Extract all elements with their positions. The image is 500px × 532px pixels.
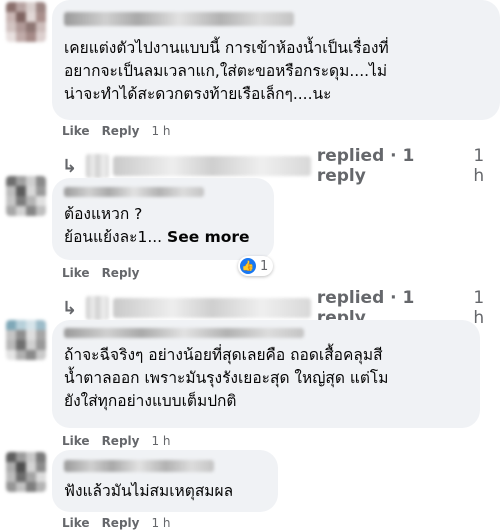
like-button[interactable]: Like xyxy=(62,516,90,530)
commenter-name[interactable] xyxy=(64,460,214,472)
avatar[interactable] xyxy=(6,320,46,360)
reply-arrow-icon: ↳ xyxy=(62,155,78,177)
comment-bubble: เคยแต่งตัวไปงานแบบนี้ การเข้าห้องน้ำเป็น… xyxy=(52,0,500,120)
like-button[interactable]: Like xyxy=(62,266,90,280)
see-more-link[interactable]: See more xyxy=(167,228,250,246)
comment-text: เคยแต่งตัวไปงานแบบนี้ การเข้าห้องน้ำเป็น… xyxy=(64,39,389,103)
replies-summary[interactable]: replied · 1 reply xyxy=(317,146,468,186)
commenter-name[interactable] xyxy=(64,328,304,338)
like-button[interactable]: Like xyxy=(62,434,90,448)
reaction-number: 1 xyxy=(260,258,269,274)
reply-button[interactable]: Reply xyxy=(102,516,140,530)
reply-avatar xyxy=(85,154,110,178)
replies-time: 1 h xyxy=(473,288,485,328)
comment-actions: Like Reply 1 h xyxy=(62,124,171,138)
comment-text: ฟังแล้วมันไม่สมเหตุสมผล xyxy=(64,482,234,500)
thumbs-up-icon: 👍 xyxy=(240,258,256,274)
avatar[interactable] xyxy=(6,452,46,492)
reaction-count[interactable]: 👍 1 xyxy=(238,256,274,276)
replier-name xyxy=(113,156,311,176)
avatar[interactable] xyxy=(6,176,46,216)
avatar[interactable] xyxy=(6,2,46,42)
like-button[interactable]: Like xyxy=(62,124,90,138)
reply-button[interactable]: Reply xyxy=(102,124,140,138)
comment-text: ต้องแหวก ? ย้อนแย้งละ1... See more xyxy=(64,205,250,246)
comment-actions: Like Reply xyxy=(62,266,139,280)
comment-bubble: ฟังแล้วมันไม่สมเหตุสมผล xyxy=(52,450,278,512)
comment-bubble: ถ้าจะฉีจริงๆ อย่างน้อยที่สุดเลยคือ ถอดเส… xyxy=(52,320,480,428)
comment-bubble: ต้องแหวก ? ย้อนแย้งละ1... See more xyxy=(52,178,274,260)
commenter-name[interactable] xyxy=(64,12,294,26)
replies-time: 1 h xyxy=(473,146,485,186)
comment-text: ถ้าจะฉีจริงๆ อย่างน้อยที่สุดเลยคือ ถอดเส… xyxy=(64,346,389,410)
reply-button[interactable]: Reply xyxy=(102,434,140,448)
reply-arrow-icon: ↳ xyxy=(62,297,78,319)
timestamp[interactable]: 1 h xyxy=(151,124,170,138)
reply-button[interactable]: Reply xyxy=(102,266,140,280)
timestamp[interactable]: 1 h xyxy=(151,516,170,530)
comment-actions: Like Reply 1 h xyxy=(62,434,171,448)
commenter-name[interactable] xyxy=(64,187,204,197)
comment-actions: Like Reply 1 h xyxy=(62,516,171,530)
reply-avatar xyxy=(85,296,110,320)
replier-name xyxy=(113,298,311,318)
timestamp[interactable]: 1 h xyxy=(151,434,170,448)
